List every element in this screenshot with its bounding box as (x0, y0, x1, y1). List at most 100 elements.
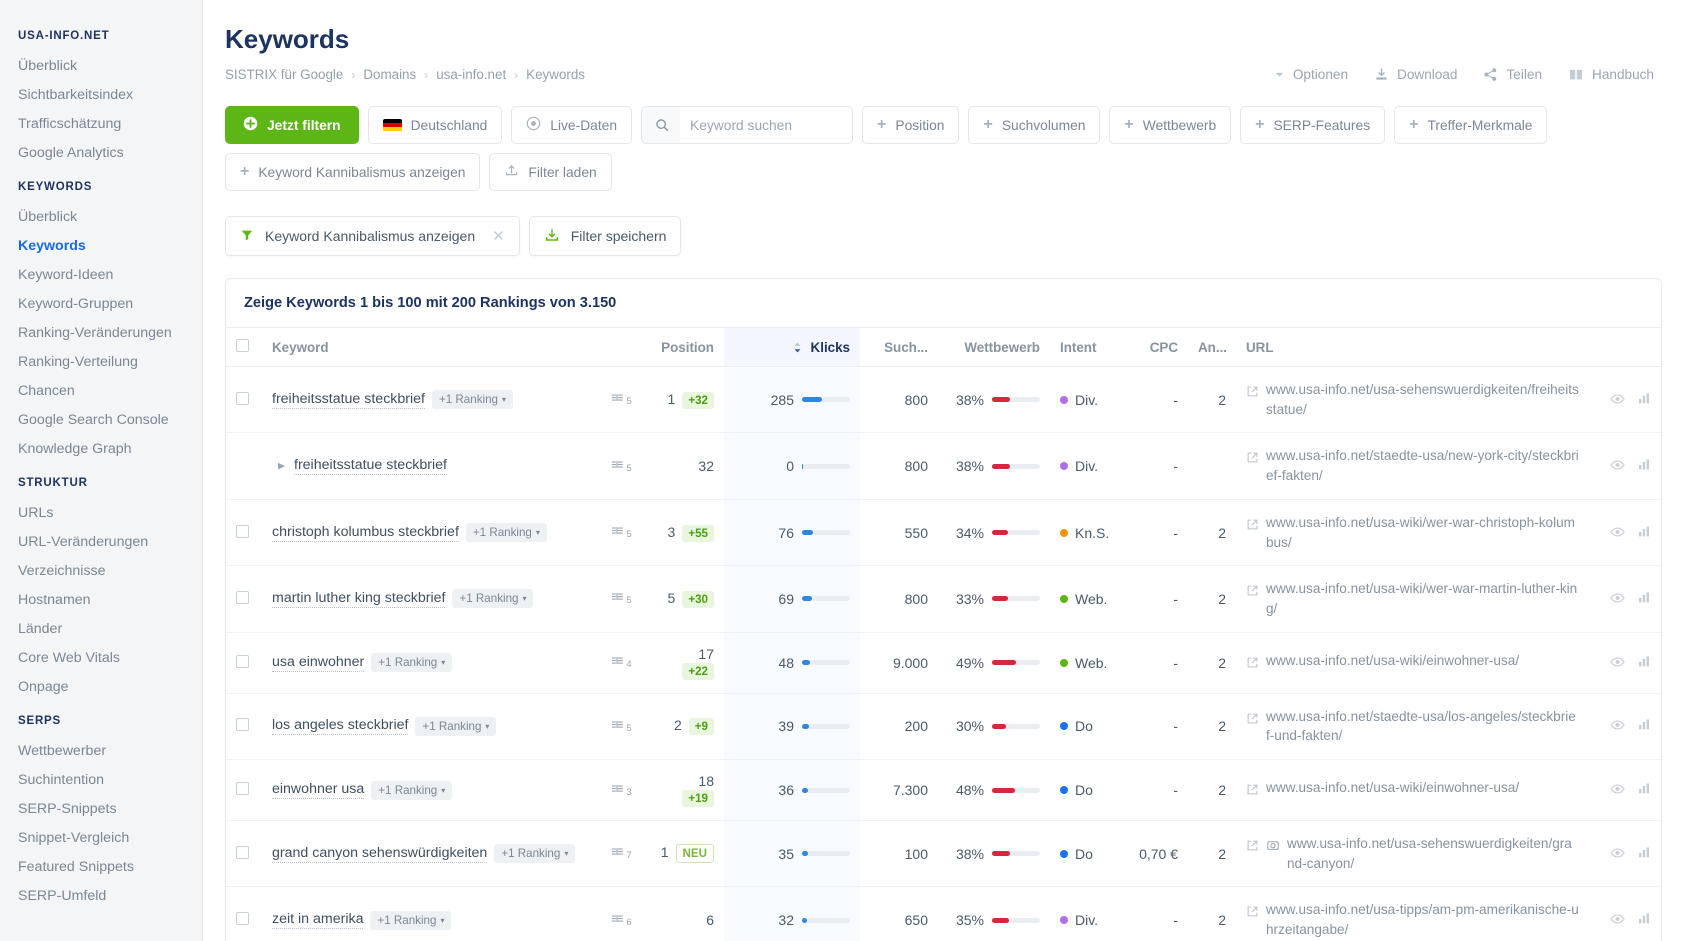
serp-rank-count-cell[interactable]: 6 (592, 886, 650, 941)
column-header-suchvolumen[interactable]: Such... (860, 328, 938, 367)
row-checkbox[interactable] (236, 782, 249, 796)
sidebar-item-trafficsch-tzung[interactable]: Trafficschätzung (0, 109, 202, 138)
ranking-badge[interactable]: +1 Ranking ▾ (452, 589, 534, 609)
ranking-badge[interactable]: +1 Ranking ▾ (494, 844, 576, 864)
sidebar-item-keywords[interactable]: Keywords (0, 231, 202, 260)
url-link[interactable]: www.usa-info.net/usa-sehenswuerdigkeiten… (1287, 834, 1579, 873)
history-chart-icon[interactable] (1637, 525, 1651, 541)
preview-eye-icon[interactable] (1610, 782, 1625, 798)
url-link[interactable]: www.usa-info.net/usa-wiki/wer-war-martin… (1266, 579, 1579, 618)
active-filter-chip[interactable]: Keyword Kannibalismus anzeigen ✕ (225, 216, 520, 256)
table-row[interactable]: einwohner usa +1 Ranking ▾ 3 18+19 36 7.300 48%… (226, 759, 1661, 822)
keyword-link[interactable]: christoph kolumbus steckbrief (272, 524, 459, 542)
serp-rank-count-cell[interactable]: 5 (592, 499, 650, 567)
external-link-icon[interactable] (1246, 710, 1259, 730)
apply-filter-button[interactable]: Jetzt filtern (225, 106, 359, 144)
sidebar-item-ranking-ver-nderungen[interactable]: Ranking-Veränderungen (0, 318, 202, 347)
select-all-checkbox[interactable] (236, 339, 249, 352)
sidebar-item-keyword-ideen[interactable]: Keyword-Ideen (0, 260, 202, 289)
keyword-link[interactable]: usa einwohner (272, 654, 365, 672)
url-link[interactable]: www.usa-info.net/staedte-usa/los-angeles… (1266, 707, 1579, 746)
sidebar-item-serp-umfeld[interactable]: SERP-Umfeld (0, 881, 202, 910)
keyword-link[interactable]: los angeles steckbrief (272, 717, 409, 736)
history-chart-icon[interactable] (1637, 912, 1651, 928)
breadcrumb-item[interactable]: Keywords (526, 67, 585, 82)
external-link-icon[interactable] (1246, 582, 1259, 602)
ranking-badge[interactable]: +1 Ranking ▾ (371, 653, 453, 673)
serp-rank-count-cell[interactable]: 5 (592, 693, 650, 761)
search-input[interactable] (680, 107, 853, 143)
sidebar-item-chancen[interactable]: Chancen (0, 376, 202, 405)
sidebar-item--berblick[interactable]: Überblick (0, 51, 202, 80)
history-chart-icon[interactable] (1637, 846, 1651, 862)
table-row[interactable]: freiheitsstatue steckbrief +1 Ranking ▾ 5 1 +… (226, 366, 1661, 434)
row-checkbox[interactable] (236, 590, 249, 604)
sidebar-item--berblick[interactable]: Überblick (0, 202, 202, 231)
history-chart-icon[interactable] (1637, 591, 1651, 607)
ranking-badge[interactable]: +1 Ranking ▾ (465, 523, 547, 543)
sidebar-item-ranking-verteilung[interactable]: Ranking-Verteilung (0, 347, 202, 376)
url-link[interactable]: www.usa-info.net/usa-wiki/wer-war-christ… (1266, 513, 1579, 552)
keyword-search-box[interactable] (641, 106, 854, 144)
sidebar-item-knowledge-graph[interactable]: Knowledge Graph (0, 434, 202, 463)
table-row[interactable]: zeit in amerika +1 Ranking ▾ 6 6 32 650 35% Div.… (226, 886, 1661, 941)
history-chart-icon[interactable] (1637, 782, 1651, 798)
history-chart-icon[interactable] (1637, 458, 1651, 474)
ranking-badge[interactable]: +1 Ranking ▾ (415, 716, 497, 736)
keyword-link[interactable]: einwohner usa (272, 781, 365, 800)
filter-button-wettbewerb[interactable]: + Wettbewerb (1109, 106, 1232, 144)
external-link-icon[interactable] (1246, 837, 1259, 857)
serp-rank-count-cell[interactable]: 5 (592, 565, 650, 633)
column-header-position[interactable]: Position (650, 328, 724, 367)
column-header-wettbewerb[interactable]: Wettbewerb (938, 328, 1050, 367)
history-chart-icon[interactable] (1637, 718, 1651, 734)
sidebar-item-hostnamen[interactable]: Hostnamen (0, 585, 202, 614)
table-row[interactable]: usa einwohner +1 Ranking ▾ 4 17+22 48 9.000 49%… (226, 632, 1661, 694)
serp-rank-count-cell[interactable]: 5 (592, 366, 650, 434)
ranking-badge[interactable]: +1 Ranking ▾ (370, 910, 452, 930)
header-action-handbuch[interactable]: Handbuch (1568, 67, 1654, 82)
keyword-link[interactable]: freiheitsstatue steckbrief (294, 457, 447, 476)
column-header-anzahl[interactable]: An... (1188, 328, 1236, 367)
serp-rank-count-cell[interactable]: 3 (592, 759, 650, 822)
sidebar-item-verzeichnisse[interactable]: Verzeichnisse (0, 556, 202, 585)
table-row[interactable]: los angeles steckbrief +1 Ranking ▾ 5 2 +9 39 2… (226, 693, 1661, 761)
url-link[interactable]: www.usa-info.net/usa-wiki/einwohner-usa/ (1266, 651, 1519, 671)
column-header-cpc[interactable]: CPC (1122, 328, 1188, 367)
sidebar-item-url-ver-nderungen[interactable]: URL-Veränderungen (0, 527, 202, 556)
sidebar-item-featured-snippets[interactable]: Featured Snippets (0, 852, 202, 881)
expand-caret-icon[interactable]: ▶ (278, 461, 285, 472)
external-link-icon[interactable] (1246, 449, 1259, 469)
keyword-link[interactable]: grand canyon sehenswürdigkeiten (272, 845, 488, 863)
table-row[interactable]: christoph kolumbus steckbrief +1 Ranking ▾… (226, 499, 1661, 567)
filter-button-keyword-kannibalismus[interactable]: + Keyword Kannibalismus anzeigen (225, 153, 481, 191)
filter-button-suchvolumen[interactable]: + Suchvolumen (968, 106, 1101, 144)
preview-eye-icon[interactable] (1610, 591, 1625, 607)
country-filter-button[interactable]: Deutschland (367, 106, 503, 144)
save-filter-button[interactable]: Filter speichern (528, 216, 682, 256)
column-header-keyword[interactable]: Keyword (262, 328, 650, 367)
sidebar-item-l-nder[interactable]: Länder (0, 614, 202, 643)
filter-button-treffer-merkmale[interactable]: + Treffer-Merkmale (1394, 106, 1548, 144)
table-row[interactable]: ▶ freiheitsstatue steckbrief 5 32 0 800 38% Div… (226, 432, 1661, 500)
row-checkbox[interactable] (236, 718, 249, 732)
table-row[interactable]: martin luther king steckbrief +1 Ranking ▾… (226, 565, 1661, 633)
keyword-link[interactable]: zeit in amerika (272, 911, 364, 930)
url-link[interactable]: www.usa-info.net/usa-tipps/am-pm-amerika… (1266, 900, 1579, 939)
row-checkbox[interactable] (236, 524, 249, 538)
sidebar-item-onpage[interactable]: Onpage (0, 672, 202, 701)
preview-eye-icon[interactable] (1610, 846, 1625, 862)
external-link-icon[interactable] (1246, 516, 1259, 536)
serp-rank-count-cell[interactable]: 5 (592, 432, 650, 500)
breadcrumb-item[interactable]: Domains (363, 67, 416, 82)
ranking-badge[interactable]: +1 Ranking ▾ (371, 780, 453, 800)
sidebar-item-serp-snippets[interactable]: SERP-Snippets (0, 794, 202, 823)
serp-rank-count-cell[interactable]: 7 (592, 820, 650, 888)
sidebar-item-core-web-vitals[interactable]: Core Web Vitals (0, 643, 202, 672)
row-checkbox[interactable] (236, 391, 249, 405)
header-action-download[interactable]: Download (1374, 67, 1457, 82)
header-action-teilen[interactable]: Teilen (1483, 67, 1542, 82)
sidebar-item-sichtbarkeitsindex[interactable]: Sichtbarkeitsindex (0, 80, 202, 109)
filter-button-serp-features[interactable]: + SERP-Features (1240, 106, 1386, 144)
history-chart-icon[interactable] (1637, 392, 1651, 408)
